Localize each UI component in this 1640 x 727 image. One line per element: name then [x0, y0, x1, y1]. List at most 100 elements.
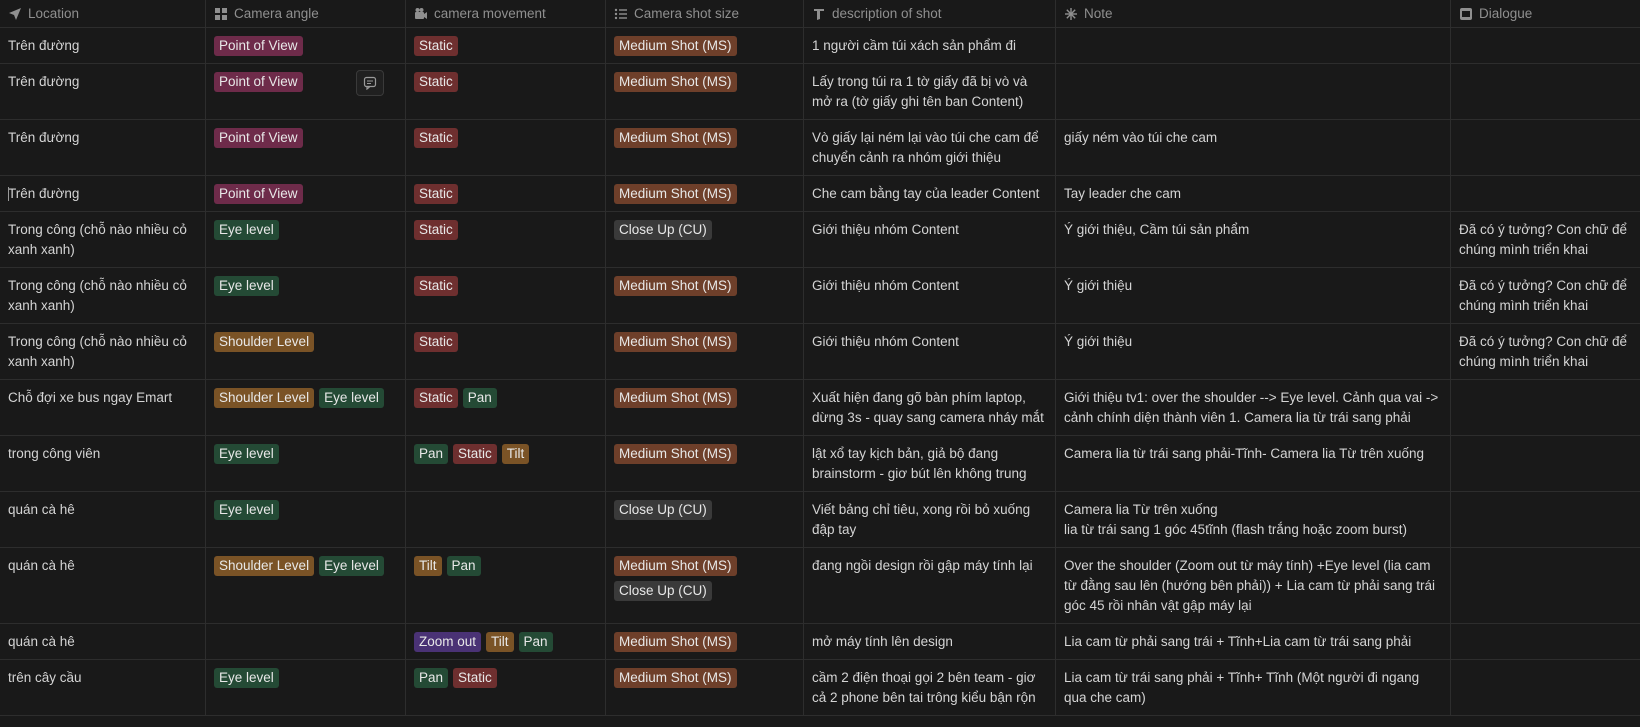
cell-movement[interactable]: Static — [406, 28, 606, 63]
cell-description[interactable]: cầm 2 điện thoại gọi 2 bên team - giơ cả… — [804, 660, 1056, 715]
cell-angle[interactable]: Eye level — [206, 436, 406, 491]
column-header-location[interactable]: Location — [0, 0, 206, 28]
cell-angle[interactable]: Eye level — [206, 212, 406, 267]
cell-shot[interactable]: Medium Shot (MS) — [606, 324, 804, 379]
cell-note[interactable]: giấy ném vào túi che cam — [1056, 120, 1451, 175]
tag-pan[interactable]: Pan — [414, 668, 449, 688]
cell-description[interactable]: Che cam bằng tay của leader Content — [804, 176, 1056, 211]
table-row[interactable]: Trong công (chỗ nào nhiều cỏ xanh xanh) E… — [0, 268, 1640, 324]
cell-note[interactable]: Camera lia Từ trên xuống lia từ trái san… — [1056, 492, 1451, 547]
table-row[interactable]: Trên đường Point of View Static Medium Shot… — [0, 120, 1640, 176]
tag-point-of-view[interactable]: Point of View — [214, 184, 303, 204]
cell-note[interactable]: Lia cam từ phải sang trái + Tĩnh+Lia cam… — [1056, 624, 1451, 659]
cell-movement[interactable]: Static — [406, 268, 606, 323]
cell-location[interactable]: Trên đường — [0, 120, 206, 175]
cell-dialogue[interactable] — [1451, 64, 1640, 119]
cell-location[interactable]: Trong công (chỗ nào nhiều cỏ xanh xanh) — [0, 268, 206, 323]
column-header-camera-shot-size[interactable]: Camera shot size — [606, 0, 804, 28]
cell-shot[interactable]: Medium Shot (MS) — [606, 436, 804, 491]
cell-angle[interactable]: Point of View — [206, 120, 406, 175]
cell-description[interactable]: 1 người cầm túi xách sản phẩm đi — [804, 28, 1056, 63]
cell-description[interactable]: Xuất hiện đang gõ bàn phím laptop, dừng … — [804, 380, 1056, 435]
cell-dialogue[interactable] — [1451, 492, 1640, 547]
table-row[interactable]: trên cây cầu Eye level Pan Static Medium Sho… — [0, 660, 1640, 716]
cell-description[interactable]: Giới thiệu nhóm Content — [804, 324, 1056, 379]
comment-button[interactable] — [356, 70, 384, 96]
cell-shot[interactable]: Medium Shot (MS) — [606, 380, 804, 435]
cell-dialogue[interactable] — [1451, 660, 1640, 715]
table-row[interactable]: trong công viên Eye level Pan Static Tilt Med… — [0, 436, 1640, 492]
table-row[interactable]: Trên đường Point of View Static Medium Shot… — [0, 176, 1640, 212]
cell-angle[interactable]: Shoulder Level Eye level — [206, 548, 406, 623]
tag-eye-level[interactable]: Eye level — [214, 444, 279, 464]
tag-tilt[interactable]: Tilt — [486, 632, 514, 652]
tag-eye-level[interactable]: Eye level — [214, 276, 279, 296]
cell-angle[interactable]: Shoulder Level — [206, 324, 406, 379]
cell-note[interactable]: Lia cam từ trái sang phải + Tĩnh+ Tĩnh (… — [1056, 660, 1451, 715]
cell-location[interactable]: quán cà hê — [0, 548, 206, 623]
tag-medium-shot-ms[interactable]: Medium Shot (MS) — [614, 388, 737, 408]
cell-description[interactable]: Vò giấy lại ném lại vào túi che cam để c… — [804, 120, 1056, 175]
table-row[interactable]: quán cà hê Eye level Close Up (CU) Viết bản… — [0, 492, 1640, 548]
tag-tilt[interactable]: Tilt — [501, 444, 530, 464]
cell-note[interactable]: Ý giới thiệu — [1056, 268, 1451, 323]
cell-angle[interactable]: Shoulder Level Eye level — [206, 380, 406, 435]
cell-angle[interactable]: Eye level — [206, 492, 406, 547]
cell-note[interactable]: Ý giới thiệu — [1056, 324, 1451, 379]
tag-medium-shot-ms[interactable]: Medium Shot (MS) — [614, 36, 737, 56]
cell-location[interactable]: trong công viên — [0, 436, 206, 491]
cell-location[interactable]: Trong công (chỗ nào nhiều cỏ xanh xanh) — [0, 324, 206, 379]
cell-description[interactable]: lật xổ tay kịch bản, giả bộ đang brainst… — [804, 436, 1056, 491]
cell-description[interactable]: Giới thiệu nhóm Content — [804, 268, 1056, 323]
cell-dialogue[interactable] — [1451, 436, 1640, 491]
tag-medium-shot-ms[interactable]: Medium Shot (MS) — [614, 332, 737, 352]
table-row[interactable]: Trên đường Point of View Static Medium Shot… — [0, 64, 1640, 120]
tag-point-of-view[interactable]: Point of View — [214, 128, 303, 148]
tag-eye-level[interactable]: Eye level — [214, 500, 279, 520]
cell-angle[interactable]: Eye level — [206, 660, 406, 715]
tag-static[interactable]: Static — [414, 220, 458, 240]
cell-movement[interactable]: Static — [406, 120, 606, 175]
column-header-note[interactable]: Note — [1056, 0, 1451, 28]
cell-movement[interactable]: Static — [406, 64, 606, 119]
cell-movement[interactable]: Static — [406, 324, 606, 379]
cell-location[interactable]: quán cà hê — [0, 492, 206, 547]
tag-medium-shot-ms[interactable]: Medium Shot (MS) — [614, 276, 737, 296]
tag-point-of-view[interactable]: Point of View — [214, 72, 303, 92]
cell-movement[interactable]: Static — [406, 212, 606, 267]
cell-location[interactable]: quán cà hê — [0, 624, 206, 659]
tag-pan[interactable]: Pan — [446, 556, 481, 576]
cell-angle[interactable]: Point of View — [206, 28, 406, 63]
cell-shot[interactable]: Medium Shot (MS) Close Up (CU) — [606, 548, 804, 623]
tag-medium-shot-ms[interactable]: Medium Shot (MS) — [614, 556, 737, 576]
tag-medium-shot-ms[interactable]: Medium Shot (MS) — [614, 668, 737, 688]
cell-shot[interactable]: Medium Shot (MS) — [606, 64, 804, 119]
cell-note[interactable] — [1056, 64, 1451, 119]
cell-dialogue[interactable] — [1451, 624, 1640, 659]
cell-dialogue[interactable]: Đã có ý tưởng? Con chữ để chúng mình tri… — [1451, 324, 1640, 379]
column-header-dialogue[interactable]: Dialogue — [1451, 0, 1640, 28]
cell-note[interactable]: Tay leader che cam — [1056, 176, 1451, 211]
tag-shoulder-level[interactable]: Shoulder Level — [214, 332, 315, 352]
cell-shot[interactable]: Close Up (CU) — [606, 212, 804, 267]
cell-dialogue[interactable] — [1451, 120, 1640, 175]
tag-point-of-view[interactable]: Point of View — [214, 36, 303, 56]
tag-pan[interactable]: Pan — [518, 632, 553, 652]
tag-medium-shot-ms[interactable]: Medium Shot (MS) — [614, 184, 737, 204]
tag-static[interactable]: Static — [414, 184, 458, 204]
table-row[interactable]: Trong công (chỗ nào nhiều cỏ xanh xanh) S… — [0, 324, 1640, 380]
cell-description[interactable]: Viết bảng chỉ tiêu, xong rồi bỏ xuống đậ… — [804, 492, 1056, 547]
tag-pan[interactable]: Pan — [414, 444, 449, 464]
table-row[interactable]: Chỗ đợi xe bus ngay Emart Shoulder Level E… — [0, 380, 1640, 436]
cell-movement[interactable]: Static Pan — [406, 380, 606, 435]
tag-close-up-cu[interactable]: Close Up (CU) — [614, 581, 712, 601]
cell-description[interactable]: mở máy tính lên design — [804, 624, 1056, 659]
cell-shot[interactable]: Medium Shot (MS) — [606, 660, 804, 715]
tag-static[interactable]: Static — [414, 36, 458, 56]
cell-dialogue[interactable] — [1451, 176, 1640, 211]
tag-eye-level[interactable]: Eye level — [319, 556, 384, 576]
cell-note[interactable]: Ý giới thiệu, Cầm túi sản phẩm — [1056, 212, 1451, 267]
column-header-description-of-shot[interactable]: description of shot — [804, 0, 1056, 28]
cell-angle[interactable]: Point of View — [206, 176, 406, 211]
cell-dialogue[interactable]: Đã có ý tưởng? Con chữ để chúng mình tri… — [1451, 268, 1640, 323]
